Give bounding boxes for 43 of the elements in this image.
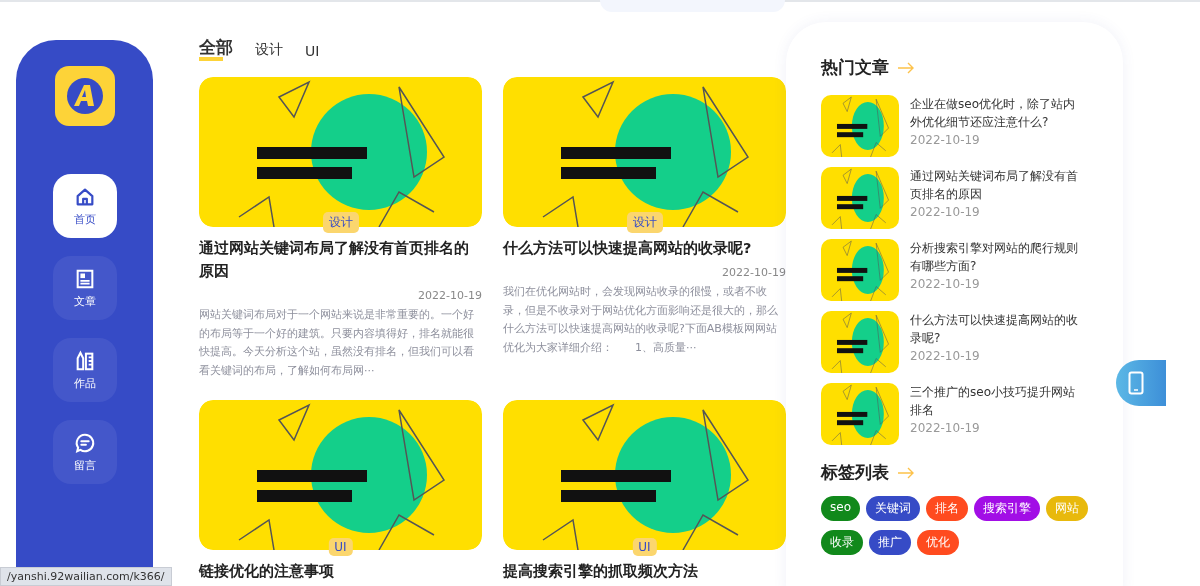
- phone-float-button[interactable]: [1116, 360, 1166, 406]
- article-title[interactable]: 什么方法可以快速提高网站的收录呢?: [503, 237, 786, 260]
- section-title: 热门文章: [821, 56, 889, 79]
- nav-item[interactable]: 作品: [52, 338, 117, 402]
- hot-article-title[interactable]: 三个推广的seo小技巧提升网站排名: [910, 383, 1082, 419]
- arrow-icon: [897, 61, 915, 74]
- hot-article-date: 2022-10-19: [910, 205, 981, 219]
- hot-article-title[interactable]: 通过网站关键词布局了解没有首页排名的原因: [910, 167, 1082, 203]
- message-icon: [73, 431, 96, 454]
- article-title[interactable]: 链接优化的注意事项: [199, 560, 482, 583]
- article-date: 2022-10-19: [721, 266, 786, 279]
- article-date: 2022-10-19: [417, 289, 482, 302]
- article-excerpt: 网站关键词布局对于一个网站来说是非常重要的。一个好的布局等于一个好的建筑。只要内容填得好，排名就能很快提高。今天分析这个站，虽然没有排名，但我们可以看看关键词的布局，了解如何布局网···: [199, 307, 475, 379]
- category-badge[interactable]: 设计: [322, 212, 359, 233]
- category-tab[interactable]: 全部: [199, 36, 233, 61]
- hot-article-title[interactable]: 分析搜索引擎对网站的爬行规则有哪些方面?: [910, 239, 1082, 275]
- category-badge[interactable]: 设计: [626, 212, 663, 233]
- nav-item[interactable]: 留言: [52, 420, 117, 484]
- logo-icon: [54, 66, 115, 126]
- status-bar-url: /yanshi.92wailian.com/k366/: [0, 567, 172, 586]
- section-title: 标签列表: [821, 461, 889, 484]
- article-title[interactable]: 通过网站关键词布局了解没有首页排名的原因: [199, 237, 482, 283]
- hot-article-date: 2022-10-19: [910, 133, 981, 147]
- hot-article-date: 2022-10-19: [910, 421, 981, 435]
- tag-pill[interactable]: 推广: [869, 530, 911, 555]
- nav-item[interactable]: 首页: [52, 174, 117, 238]
- arrow-icon: [897, 466, 915, 479]
- hot-article-date: 2022-10-19: [910, 277, 981, 291]
- hot-article-title[interactable]: 什么方法可以快速提高网站的收录呢?: [910, 311, 1082, 347]
- tag-pill[interactable]: 收录: [821, 530, 863, 555]
- category-badge[interactable]: UI: [328, 538, 353, 556]
- category-badge[interactable]: UI: [632, 538, 657, 556]
- category-tab[interactable]: UI: [305, 43, 320, 61]
- tag-pill[interactable]: 关键词: [866, 496, 920, 521]
- article-title[interactable]: 提高搜索引擎的抓取频次方法: [503, 560, 786, 583]
- phone-icon: [1128, 371, 1144, 395]
- hot-article-date: 2022-10-19: [910, 349, 981, 363]
- tag-pill[interactable]: 搜索引擎: [974, 496, 1040, 521]
- tag-pill[interactable]: seo: [821, 496, 860, 521]
- article-excerpt: 我们在优化网站时，会发现网站收录的很慢，或者不收录，但是不收录对于网站优化方面影响还是很大的，那么什么方法可以快速提高网站的收录呢?下面AB模板网网站优化为大家详细介绍： 1、高质量···: [503, 284, 779, 356]
- category-tab[interactable]: 设计: [255, 41, 283, 61]
- nav-item[interactable]: 文章: [52, 256, 117, 320]
- hot-article-title[interactable]: 企业在做seo优化时，除了站内外优化细节还应注意什么?: [910, 95, 1082, 131]
